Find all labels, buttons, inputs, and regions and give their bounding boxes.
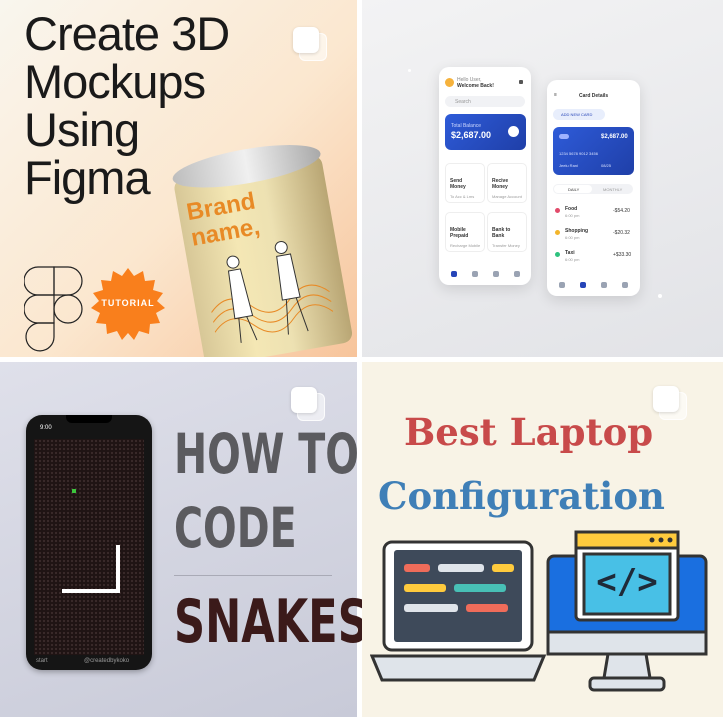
tutorial-badge-label: TUTORIAL xyxy=(101,298,155,308)
stats-tab-icon[interactable] xyxy=(472,271,478,277)
phone-mockup-card-details: ≡ Card Details ADD NEW CARD $2,687.00 12… xyxy=(547,80,640,296)
title-line2: Configuration xyxy=(378,474,665,518)
phone-time: 9:00 xyxy=(40,425,52,431)
code-symbol-icon: </> xyxy=(596,562,658,602)
transaction-row[interactable]: Food 6:00 pm -$54.20 xyxy=(553,204,635,222)
phone-mockup-snake: 9:00 start @createdbykoko xyxy=(26,415,152,670)
balance-card: Total Balance $2,687.00 xyxy=(445,114,526,150)
avatar xyxy=(445,78,454,87)
card-amount: $2,687.00 xyxy=(601,134,628,140)
search-placeholder: Search xyxy=(455,99,471,105)
can-mockup: Brand name, xyxy=(169,136,354,357)
add-button[interactable] xyxy=(508,126,519,137)
profile-tab-icon[interactable] xyxy=(622,282,628,288)
sparkle-decoration xyxy=(408,69,411,72)
figma-logo-icon xyxy=(24,266,83,352)
balance-label: Total Balance xyxy=(451,123,482,129)
monitor-code-icon xyxy=(546,530,708,692)
snake-game-board[interactable] xyxy=(34,439,144,655)
transaction-amount: -$20.32 xyxy=(613,230,630,236)
action-sub: Recharge Mobile xyxy=(450,243,481,248)
action-sub: Manage Account xyxy=(492,194,522,199)
start-label[interactable]: start xyxy=(36,658,48,664)
phone-mockup-home: Hello User, Welcome Back! Search Total B… xyxy=(439,67,531,285)
add-card-label: ADD NEW CARD xyxy=(561,112,593,117)
post-tile-laptop-config[interactable]: Best Laptop Configuration </> xyxy=(362,362,723,717)
action-receive-money[interactable]: Recive Money Manage Account xyxy=(487,163,527,203)
title-line1: Best Laptop xyxy=(404,410,654,454)
snake-body xyxy=(62,589,120,593)
transaction-amount: +$33.30 xyxy=(613,252,632,258)
author-handle: @createdbykoko xyxy=(84,658,130,664)
card-holder: Jeelu Rani xyxy=(559,163,578,168)
balance-value: $2,687.00 xyxy=(451,130,492,140)
snake-food xyxy=(72,489,76,493)
action-bank-to-bank[interactable]: Bank to Bank Transfer Money xyxy=(487,212,527,252)
headline-line2: CODE xyxy=(174,496,297,560)
credit-card: $2,687.00 1234 5678 9012 3456 Jeelu Rani… xyxy=(553,127,634,175)
welcome-text: Welcome Back! xyxy=(457,83,494,89)
action-send-money[interactable]: Send Money To Acc & Lms xyxy=(445,163,485,203)
action-sub: Transfer Money xyxy=(492,243,520,248)
transaction-name: Food xyxy=(565,206,578,212)
laptop-icon xyxy=(370,540,546,682)
sparkle-decoration xyxy=(658,294,662,298)
action-label: Send Money xyxy=(450,178,466,190)
transaction-time: 6:00 pm xyxy=(565,257,580,262)
period-toggle[interactable]: DAILY MONTHLY xyxy=(553,184,633,194)
illustration-people-icon xyxy=(211,240,334,343)
transaction-name: Taxi xyxy=(565,250,575,256)
profile-tab-icon[interactable] xyxy=(514,271,520,277)
multi-image-icon xyxy=(291,387,325,421)
multi-image-icon xyxy=(293,27,327,61)
wallet-tab-icon[interactable] xyxy=(601,282,607,288)
transaction-time: 6:00 pm xyxy=(565,213,580,218)
transaction-name: Shopping xyxy=(565,228,589,234)
menu-icon[interactable]: ≡ xyxy=(554,92,557,98)
post-tile-figma-mockups[interactable]: Create 3D Mockups Using Figma TUTORIAL B… xyxy=(0,0,357,357)
headline-line1: HOW TO xyxy=(174,422,359,486)
transaction-time: 6:00 pm xyxy=(565,235,580,240)
card-expiry: 08/25 xyxy=(601,163,612,168)
multi-image-icon xyxy=(653,386,687,420)
bell-icon[interactable] xyxy=(519,80,523,84)
card-number: 1234 5678 9012 3456 xyxy=(559,151,598,156)
search-input[interactable]: Search xyxy=(445,96,525,107)
transaction-row[interactable]: Taxi 6:00 pm +$33.30 xyxy=(553,248,635,266)
screen-title: Card Details xyxy=(579,93,609,99)
add-card-button[interactable]: ADD NEW CARD xyxy=(553,109,605,120)
transaction-row[interactable]: Shopping 6:00 pm -$20.32 xyxy=(553,226,635,244)
toggle-daily[interactable]: DAILY xyxy=(568,187,579,192)
headline-line3: SNAKES xyxy=(174,587,369,657)
divider xyxy=(174,575,332,576)
action-label: Recive Money xyxy=(492,178,509,190)
snake-body xyxy=(116,545,120,593)
action-sub: To Acc & Lms xyxy=(450,194,475,199)
card-tab-icon[interactable] xyxy=(580,282,586,288)
action-label: Bank to Bank xyxy=(492,227,511,239)
home-tab-icon[interactable] xyxy=(559,282,565,288)
action-label: Mobile Prepaid xyxy=(450,227,469,239)
wallet-tab-icon[interactable] xyxy=(493,271,499,277)
toggle-monthly[interactable]: MONTHLY xyxy=(603,187,622,192)
transaction-amount: -$54.20 xyxy=(613,208,630,214)
post-tile-banking-app[interactable]: Hello User, Welcome Back! Search Total B… xyxy=(362,0,723,357)
action-mobile-prepaid[interactable]: Mobile Prepaid Recharge Mobile xyxy=(445,212,485,252)
home-tab-icon[interactable] xyxy=(451,271,457,277)
